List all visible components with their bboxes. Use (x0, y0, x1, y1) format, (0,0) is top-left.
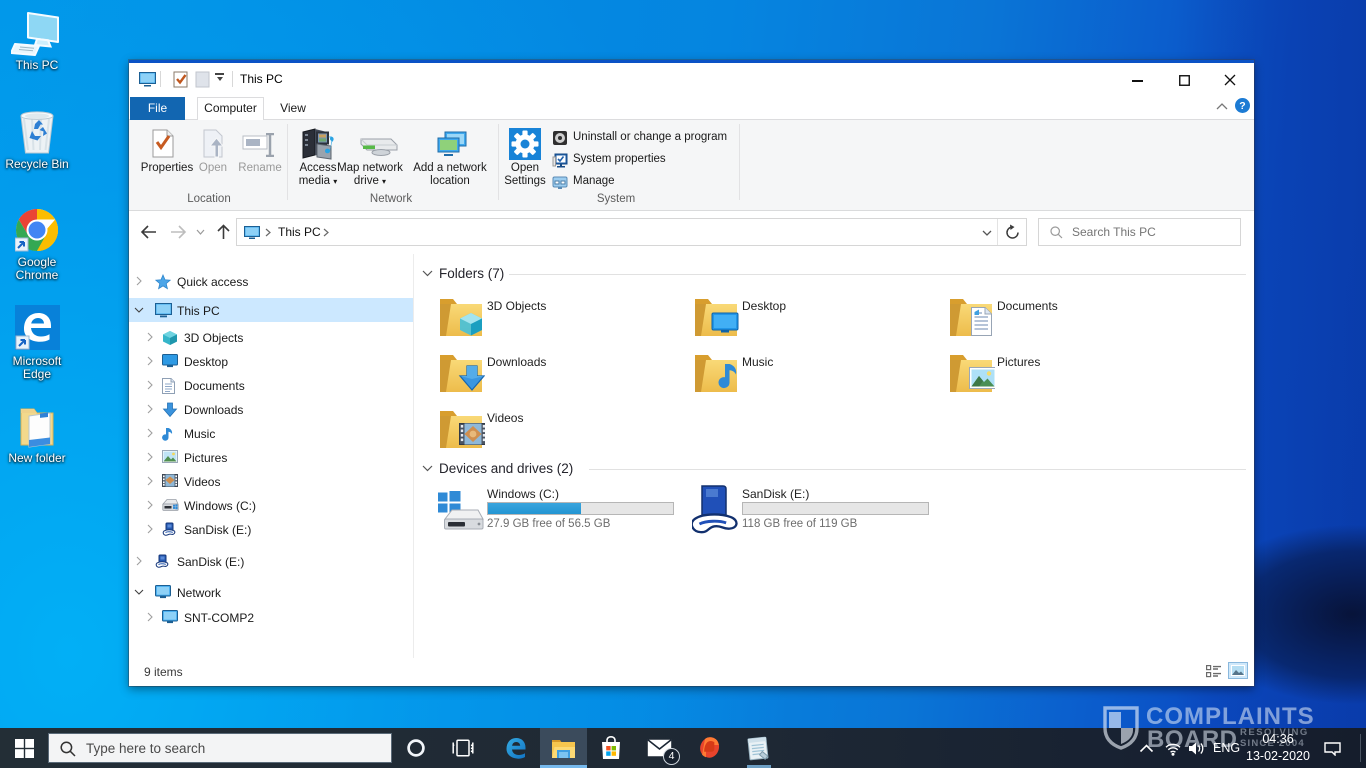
svg-text:?: ? (1239, 100, 1245, 112)
